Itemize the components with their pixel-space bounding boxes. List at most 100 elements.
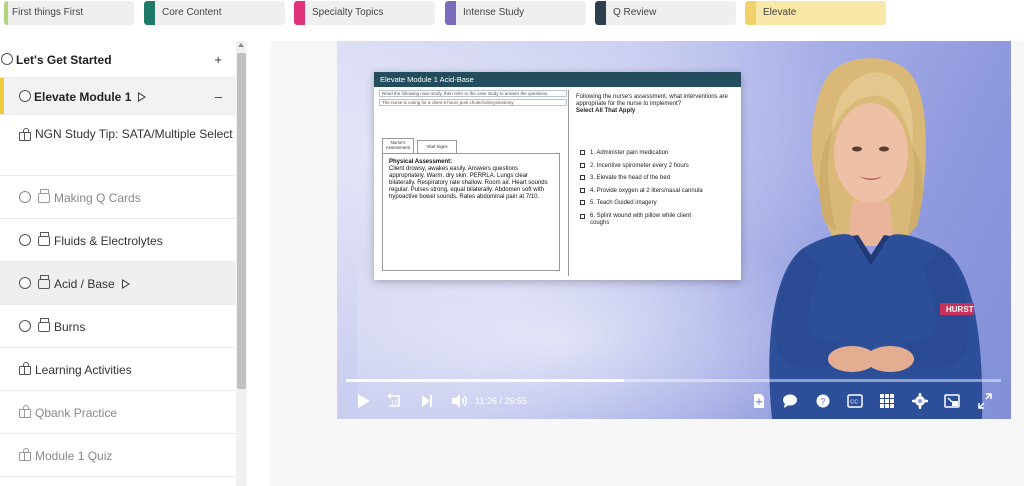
lesson-label: NGN Study Tip: SATA/Multiple Select: [35, 127, 233, 141]
chapters-grid-icon[interactable]: [878, 391, 896, 411]
tab-specialty-topics[interactable]: Specialty Topics: [294, 1, 435, 25]
tab-label: Elevate: [763, 7, 797, 18]
tab-color-stripe: [745, 1, 756, 25]
play-icon: [121, 279, 130, 289]
tab-label: Intense Study: [463, 7, 525, 18]
completion-radio[interactable]: [19, 234, 31, 246]
tab-color-stripe: [144, 1, 155, 25]
duration: 26:55: [504, 396, 527, 406]
list-item-acid-base[interactable]: Acid / Base: [0, 262, 236, 305]
checkbox-icon: [580, 213, 585, 219]
module-elevate-1[interactable]: Elevate Module 1 –: [0, 78, 236, 115]
list-item-making-q-cards[interactable]: Making Q Cards: [0, 176, 236, 219]
tab-vital-signs: Vital Signs: [417, 140, 457, 153]
completion-radio[interactable]: [19, 90, 31, 102]
time-display: 11:26 / 26:55: [475, 396, 527, 406]
gift-icon: [19, 362, 31, 375]
next-icon[interactable]: [419, 391, 435, 411]
lesson-label: Fluids & Electrolytes: [54, 234, 163, 248]
sidebar-scrollbar[interactable]: [236, 41, 247, 486]
option-label: 2. Incentive spirometer every 2 hours: [590, 162, 689, 169]
rewind-label: 10: [391, 401, 398, 407]
course-tabs: First things First Core Content Specialt…: [0, 0, 1024, 30]
chat-icon[interactable]: [781, 391, 799, 411]
list-item-module-1-quiz[interactable]: Module 1 Quiz: [0, 434, 236, 477]
tab-label: Q Review: [613, 7, 657, 18]
tab-color-stripe: [595, 1, 606, 25]
assessment-box: Physical Assessment: Client drowsy, awak…: [382, 153, 560, 271]
list-item-learning-activities[interactable]: Learning Activities: [0, 348, 236, 391]
assessment-title: Physical Assessment:: [389, 159, 453, 165]
completion-radio[interactable]: [19, 277, 31, 289]
completion-radio[interactable]: [19, 191, 31, 203]
lesson-list: Let's Get Started + Elevate Module 1 – N…: [0, 41, 236, 477]
picture-in-picture-icon[interactable]: [943, 391, 961, 411]
seek-bar[interactable]: [346, 379, 1001, 382]
video-icon: [38, 318, 50, 332]
checkbox-icon: [580, 187, 585, 193]
tab-intense-study[interactable]: Intense Study: [445, 1, 586, 25]
option-label: 4. Provide oxygen at 2 liters/nasal cann…: [590, 187, 703, 194]
tab-color-stripe: [445, 1, 456, 25]
video-icon: [38, 189, 50, 203]
lesson-label: Module 1 Quiz: [35, 449, 113, 463]
list-item-fluids-electrolytes[interactable]: Fluids & Electrolytes: [0, 219, 236, 262]
tab-nurses-assessment: Nurse's Assessment: [382, 138, 414, 153]
option-label: 3. Elevate the head of the bed: [590, 175, 671, 181]
module-active-bar: [0, 78, 4, 114]
option-label: 1. Administer pain medication: [590, 150, 669, 156]
video-icon: [38, 232, 50, 246]
tab-first-things-first[interactable]: First things First: [4, 1, 134, 25]
lesson-label: Acid / Base: [54, 277, 115, 291]
scroll-up-arrow-icon[interactable]: [238, 43, 244, 47]
play-icon[interactable]: [355, 391, 373, 411]
checkbox-icon: [580, 200, 585, 205]
seek-bar-played: [346, 379, 625, 382]
tab-elevate[interactable]: Elevate: [745, 1, 886, 25]
tab-label: Core Content: [162, 7, 222, 18]
svg-text:CC: CC: [850, 400, 858, 406]
time-separator: /: [499, 396, 502, 406]
tab-core-content[interactable]: Core Content: [144, 1, 285, 25]
collapse-minus-icon[interactable]: –: [215, 89, 222, 104]
case-context: The nurse is caring for a client 6 hours…: [379, 99, 567, 106]
tab-q-review[interactable]: Q Review: [595, 1, 736, 25]
checkbox-icon: [580, 162, 585, 168]
gift-icon: [19, 405, 31, 418]
course-sidebar: Let's Get Started + Elevate Module 1 – N…: [0, 41, 247, 486]
fullscreen-icon[interactable]: [977, 391, 993, 411]
gear-icon[interactable]: [911, 391, 929, 411]
case-instructions: Read the following case study, then refe…: [379, 90, 567, 97]
play-icon: [138, 92, 147, 102]
option-label: 5. Teach Guided imagery: [590, 200, 657, 206]
slide-title: Elevate Module 1 Acid-Base: [374, 72, 741, 87]
help-icon[interactable]: ?: [815, 391, 831, 411]
notes-icon[interactable]: [751, 391, 767, 411]
rewind-10-icon[interactable]: 10: [383, 391, 405, 411]
video-icon: [38, 275, 50, 289]
list-item-burns[interactable]: Burns: [0, 305, 236, 348]
lesson-label: Burns: [54, 320, 86, 334]
expand-plus-icon[interactable]: +: [214, 52, 222, 67]
option-label: 6. Splint wound with pillow while client…: [590, 212, 692, 226]
completion-radio[interactable]: [1, 53, 13, 65]
quiz-slide: Elevate Module 1 Acid-Base Read the foll…: [374, 72, 741, 280]
tab-color-stripe: [4, 1, 8, 25]
checkbox-icon: [580, 150, 585, 155]
tab-label: Specialty Topics: [312, 7, 384, 18]
section-title: Let's Get Started: [16, 53, 112, 67]
shirt-logo-text: HURST: [946, 305, 974, 314]
volume-icon[interactable]: [449, 391, 469, 411]
module-title: Elevate Module 1: [34, 90, 132, 104]
captions-icon[interactable]: CC: [846, 391, 864, 411]
section-lets-get-started[interactable]: Let's Get Started +: [0, 41, 236, 78]
completion-radio[interactable]: [19, 320, 31, 332]
tab-label: First things First: [12, 7, 84, 18]
app-root: First things First Core Content Specialt…: [0, 0, 1024, 486]
scrollbar-thumb[interactable]: [237, 53, 246, 389]
gift-icon: [19, 128, 31, 141]
current-time: 11:26: [475, 396, 497, 406]
video-player[interactable]: Elevate Module 1 Acid-Base Read the foll…: [337, 41, 1011, 419]
list-item-qbank-practice[interactable]: Qbank Practice: [0, 391, 236, 434]
list-item-ngn-study-tip[interactable]: NGN Study Tip: SATA/Multiple Select: [0, 115, 236, 176]
